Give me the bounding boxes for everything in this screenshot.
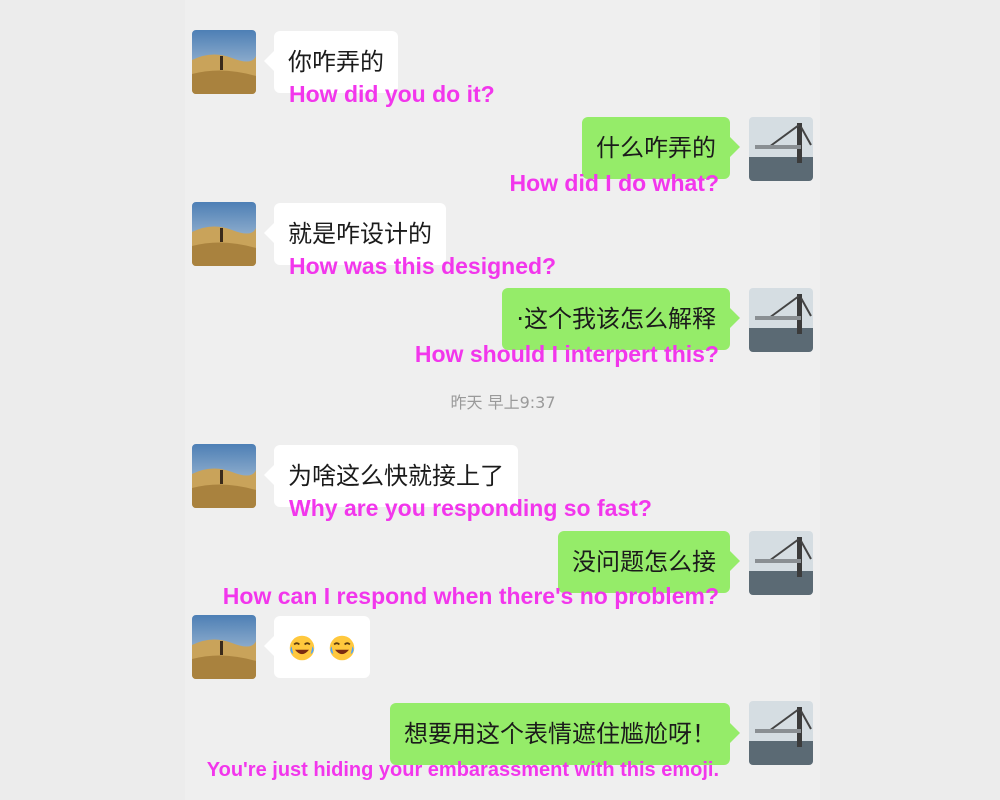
contact-avatar[interactable] <box>192 202 256 266</box>
translation-caption: How was this designed? <box>289 253 557 279</box>
outgoing-message[interactable]: 想要用这个表情遮住尴尬呀！ <box>390 703 740 765</box>
laughing-crying-emoji <box>289 635 315 661</box>
user-avatar[interactable] <box>749 117 813 181</box>
contact-avatar[interactable] <box>192 30 256 94</box>
translation-caption: How can I respond when there's no proble… <box>222 583 719 609</box>
translation-caption: How did you do it? <box>289 81 495 107</box>
contact-avatar[interactable] <box>192 615 256 679</box>
translation-caption: You're just hiding your embarassment wit… <box>206 759 719 781</box>
contact-avatar[interactable] <box>192 444 256 508</box>
translation-caption: How should I interpert this? <box>414 341 719 367</box>
user-avatar[interactable] <box>749 701 813 765</box>
user-avatar[interactable] <box>749 531 813 595</box>
incoming-emoji-message[interactable] <box>264 616 370 678</box>
laughing-crying-emoji <box>329 635 354 661</box>
translation-caption: Why are you responding so fast? <box>289 495 652 521</box>
timestamp-divider: 昨天 早上9:37 <box>450 393 556 412</box>
translation-caption: How did I do what? <box>509 170 719 196</box>
user-avatar[interactable] <box>749 288 813 352</box>
